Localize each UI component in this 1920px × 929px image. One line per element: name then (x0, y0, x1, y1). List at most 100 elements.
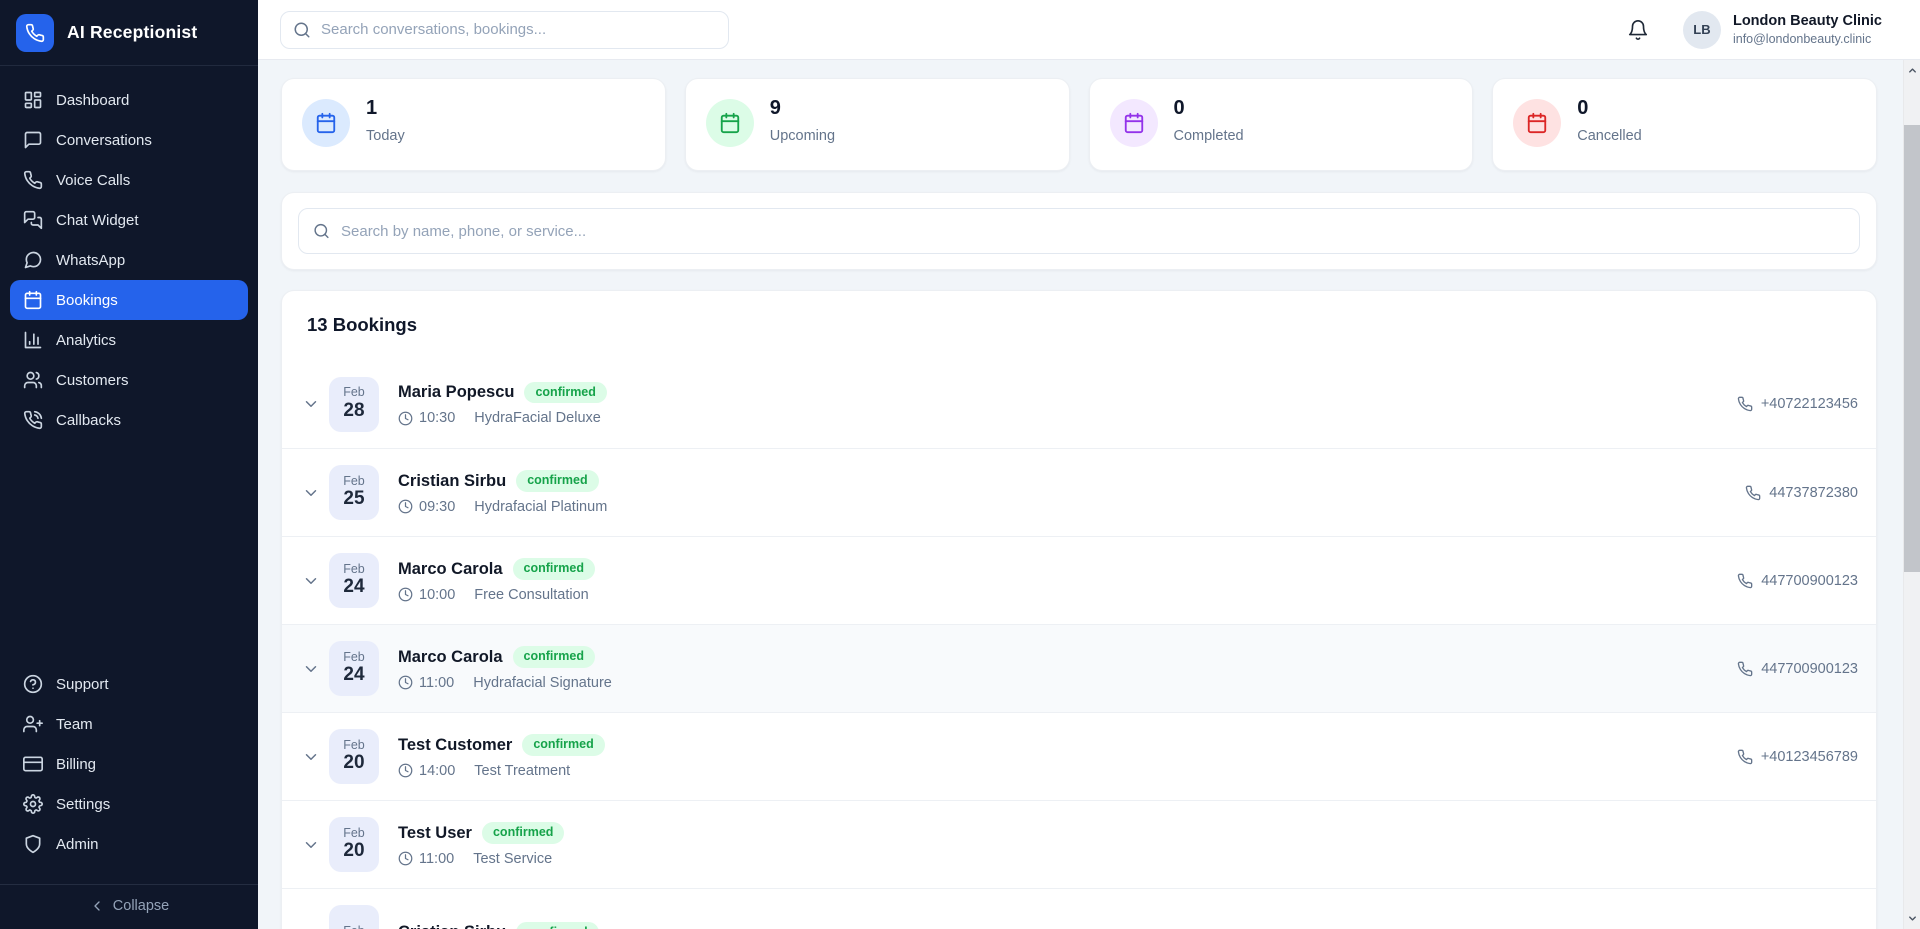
sidebar-nav-primary: Dashboard Conversations Voice Calls Chat… (0, 66, 258, 440)
global-search-input[interactable] (280, 11, 729, 49)
sidebar-item-analytics[interactable]: Analytics (10, 320, 248, 360)
phone-icon (1737, 396, 1753, 412)
sidebar-item-label: Analytics (56, 332, 116, 349)
booking-service: Test Treatment (474, 763, 570, 779)
stat-card: 1 Today (281, 78, 666, 171)
bookings-card: 13 Bookings Feb 28 Maria Popescu confirm… (281, 290, 1877, 929)
booking-service: Hydrafacial Signature (473, 675, 612, 691)
stat-icon-circle (1513, 99, 1561, 147)
calendar-icon (315, 112, 337, 134)
sidebar-item-whatsapp[interactable]: WhatsApp (10, 240, 248, 280)
main-area: LB London Beauty Clinic info@londonbeaut… (258, 0, 1920, 929)
booking-phone: +40123456789 (1737, 749, 1860, 765)
avatar[interactable]: LB (1683, 11, 1721, 49)
admin-icon (23, 834, 43, 854)
booking-time: 14:00 (419, 763, 455, 779)
sidebar-item-voice-calls[interactable]: Voice Calls (10, 160, 248, 200)
clock-icon (398, 763, 413, 778)
bookings-heading: 13 Bookings (307, 314, 1851, 336)
stat-label: Upcoming (770, 128, 835, 144)
booking-phone: +40722123456 (1737, 396, 1860, 412)
booking-day: 25 (343, 489, 364, 510)
sidebar-item-callbacks[interactable]: Callbacks (10, 400, 248, 440)
booking-row[interactable]: Feb 24 Marco Carola confirmed 11:00 Hydr… (282, 624, 1876, 712)
sidebar-item-label: Billing (56, 756, 96, 773)
booking-service: Test Service (473, 851, 552, 867)
status-badge: confirmed (524, 382, 606, 404)
account-email: info@londonbeauty.clinic (1733, 32, 1882, 46)
chevron-down-icon[interactable] (302, 395, 320, 413)
sidebar-item-label: Settings (56, 796, 110, 813)
customers-icon (23, 370, 43, 390)
chevron-down-icon[interactable] (302, 660, 320, 678)
chevron-down-icon[interactable] (302, 836, 320, 854)
booking-row[interactable]: Feb 20 Test User confirmed 11:00 Test Se… (282, 800, 1876, 888)
collapse-button[interactable]: Collapse (0, 884, 258, 929)
sidebar-item-bookings[interactable]: Bookings (10, 280, 248, 320)
booking-row[interactable]: Feb 20 Test Customer confirmed 14:00 Tes… (282, 712, 1876, 800)
scroll-down-arrow-icon[interactable] (1904, 910, 1920, 927)
sidebar-item-label: Team (56, 716, 93, 733)
bookings-search-input[interactable] (298, 208, 1860, 254)
sidebar-item-billing[interactable]: Billing (10, 744, 248, 784)
booking-row[interactable]: Feb 24 Marco Carola confirmed 10:00 Free… (282, 536, 1876, 624)
sidebar-item-team[interactable]: Team (10, 704, 248, 744)
booking-info: Test User confirmed 11:00 Test Service (398, 822, 564, 867)
phone-number: 44737872380 (1769, 485, 1858, 501)
bookings-icon (23, 290, 43, 310)
chevron-down-icon[interactable] (302, 924, 320, 929)
booking-phone: 447700900123 (1737, 661, 1860, 677)
customer-name: Maria Popescu (398, 383, 514, 402)
scroll-up-arrow-icon[interactable] (1904, 62, 1920, 79)
chevron-down-icon[interactable] (302, 748, 320, 766)
status-badge: confirmed (482, 822, 564, 844)
booking-time: 09:30 (419, 499, 455, 515)
sidebar-item-dashboard[interactable]: Dashboard (10, 80, 248, 120)
sidebar-item-customers[interactable]: Customers (10, 360, 248, 400)
clock-icon (398, 587, 413, 602)
booking-day: 24 (343, 577, 364, 598)
sidebar-item-admin[interactable]: Admin (10, 824, 248, 864)
status-badge: confirmed (516, 922, 598, 929)
sidebar-nav-secondary: Support Team Billing Settings Admin Coll… (0, 664, 258, 929)
booking-row[interactable]: Feb 25 Cristian Sirbu confirmed 09:30 Hy… (282, 448, 1876, 536)
booking-info: Marco Carola confirmed 11:00 Hydrafacial… (398, 646, 612, 691)
sidebar-item-label: Callbacks (56, 412, 121, 429)
app-logo: AI Receptionist (0, 0, 258, 66)
sidebar-item-chat-widget[interactable]: Chat Widget (10, 200, 248, 240)
status-badge: confirmed (522, 734, 604, 756)
scrollbar[interactable] (1903, 60, 1920, 929)
booking-service: Hydrafacial Platinum (474, 499, 607, 515)
customer-name: Test User (398, 824, 472, 843)
sidebar-item-conversations[interactable]: Conversations (10, 120, 248, 160)
phone-icon (1737, 749, 1753, 765)
booking-info: Marco Carola confirmed 10:00 Free Consul… (398, 558, 595, 603)
sidebar-item-support[interactable]: Support (10, 664, 248, 704)
booking-info: Maria Popescu confirmed 10:30 HydraFacia… (398, 382, 607, 427)
booking-month: Feb (343, 563, 365, 577)
main-content: 1 Today 9 Upcoming 0 Completed 0 Cancell… (258, 60, 1920, 929)
booking-info: Cristian Sirbu confirmed (398, 922, 599, 929)
chat-widget-icon (23, 210, 43, 230)
stat-value: 1 (366, 97, 405, 119)
dashboard-icon (23, 90, 43, 110)
chevron-down-icon[interactable] (302, 572, 320, 590)
chevron-down-icon[interactable] (302, 484, 320, 502)
clock-icon (398, 851, 413, 866)
booking-row[interactable]: Feb Cristian Sirbu confirmed (282, 888, 1876, 929)
billing-icon (23, 754, 43, 774)
booking-day: 20 (343, 753, 364, 774)
account-info[interactable]: London Beauty Clinic info@londonbeauty.c… (1733, 13, 1882, 46)
booking-time: 11:00 (419, 851, 454, 867)
bell-icon[interactable] (1627, 19, 1649, 41)
sidebar-item-settings[interactable]: Settings (10, 784, 248, 824)
booking-month: Feb (343, 827, 365, 841)
scrollbar-thumb[interactable] (1904, 125, 1920, 572)
sidebar-item-label: WhatsApp (56, 252, 125, 269)
app-root: AI Receptionist Dashboard Conversations … (0, 0, 1920, 929)
status-badge: confirmed (516, 470, 598, 492)
booking-row[interactable]: Feb 28 Maria Popescu confirmed 10:30 Hyd… (282, 360, 1876, 448)
booking-month: Feb (343, 925, 365, 929)
booking-month: Feb (343, 739, 365, 753)
calendar-icon (1526, 112, 1548, 134)
